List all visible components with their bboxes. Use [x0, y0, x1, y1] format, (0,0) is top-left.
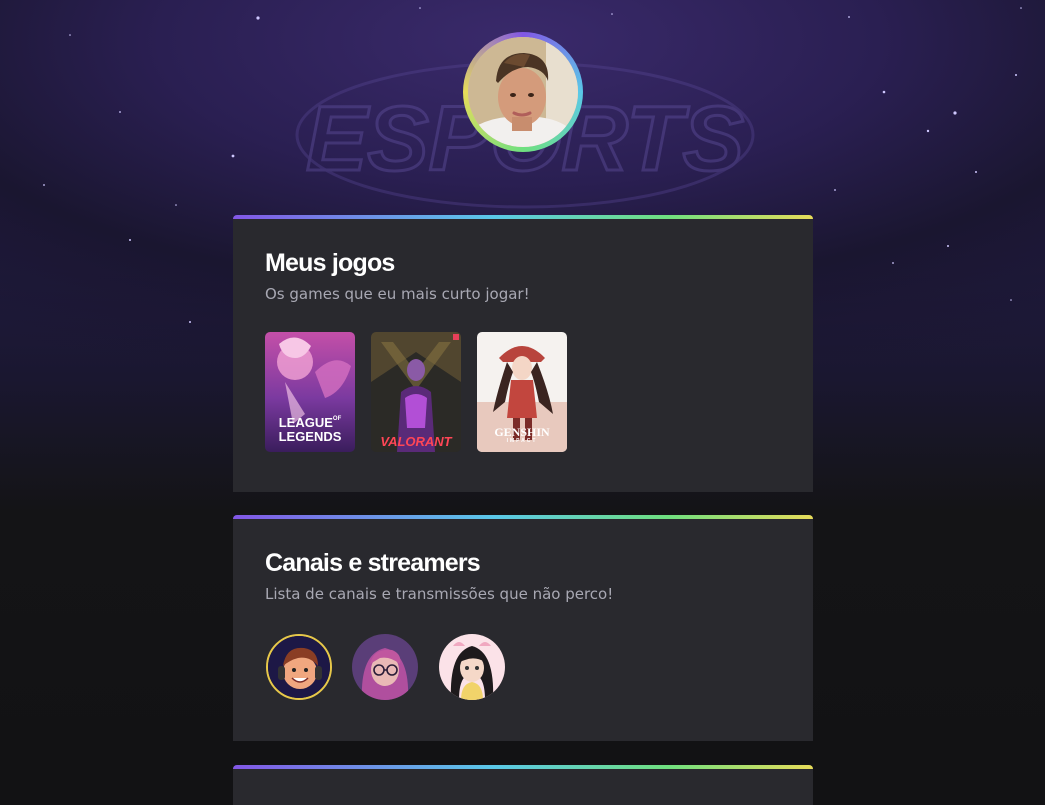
game-card-genshin-impact[interactable]: GENSHIN IMPACT: [477, 332, 567, 452]
channels-subtitle: Lista de canais e transmissões que não p…: [265, 585, 614, 603]
streamer-avatar-girl-glasses-icon: [352, 634, 418, 700]
streamer-avatar-girl-black-hair-icon: [439, 634, 505, 700]
games-subtitle: Os games que eu mais curto jogar!: [265, 285, 530, 303]
channels-card: Canais e streamers Lista de canais e tra…: [233, 515, 813, 741]
profile-photo-icon: [468, 37, 578, 147]
channels-title: Canais e streamers: [265, 549, 481, 577]
genshin-logo-line2: IMPACT: [506, 438, 538, 444]
channel-avatar-3[interactable]: [439, 634, 505, 700]
games-card: Meus jogos Os games que eu mais curto jo…: [233, 215, 813, 492]
genshin-logo-line1: GENSHIN: [494, 425, 550, 439]
channel-avatar-1[interactable]: [266, 634, 332, 700]
lol-logo-line2: LEGENDS: [278, 429, 342, 444]
profile-avatar[interactable]: [463, 32, 583, 152]
channel-avatar-2[interactable]: [352, 634, 418, 700]
next-card: [233, 765, 813, 805]
lol-logo-line1: LEAGUEOF: [278, 415, 342, 430]
game-card-league-of-legends[interactable]: LEAGUEOF LEGENDS: [265, 332, 355, 452]
streamer-avatar-boy-headset-icon: [268, 636, 330, 698]
games-title: Meus jogos: [265, 249, 395, 277]
game-card-valorant[interactable]: VALORANT: [371, 332, 461, 452]
valorant-logo: VALORANT: [380, 434, 452, 449]
